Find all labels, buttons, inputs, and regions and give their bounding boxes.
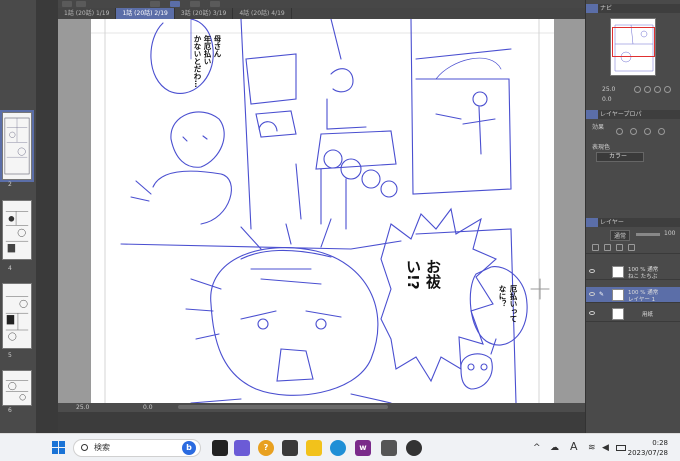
rotate-icon[interactable] bbox=[664, 86, 671, 93]
zoom-in-icon[interactable] bbox=[634, 86, 641, 93]
system-clock[interactable]: 0:28 2023/07/28 bbox=[628, 438, 668, 458]
tool-icon[interactable] bbox=[170, 1, 180, 7]
page-number: 2 bbox=[8, 181, 12, 188]
blend-mode-row: 通常 100 bbox=[586, 229, 680, 241]
store-icon[interactable] bbox=[282, 440, 298, 456]
chevron-up-icon[interactable]: ^ bbox=[533, 443, 541, 453]
speaker-icon[interactable]: ◀ bbox=[602, 443, 609, 453]
visibility-eye-icon[interactable] bbox=[589, 269, 595, 273]
app-icon-gray[interactable] bbox=[381, 440, 397, 456]
tool-icon[interactable] bbox=[150, 1, 160, 7]
lock-icon[interactable] bbox=[592, 244, 599, 251]
page-thumbnail[interactable] bbox=[2, 283, 32, 349]
tool-icon[interactable] bbox=[190, 1, 200, 7]
fit-icon[interactable] bbox=[654, 86, 661, 93]
help-icon[interactable]: ? bbox=[258, 440, 274, 456]
canvas-status-bar: 25.0 0.0 bbox=[58, 403, 585, 412]
tab-page-2[interactable]: 1話 (20話) 2/19 bbox=[116, 8, 175, 19]
layer-thumbnail bbox=[612, 308, 624, 320]
page-number: 6 bbox=[8, 407, 12, 414]
visibility-eye-icon[interactable] bbox=[589, 292, 595, 296]
battery-icon[interactable] bbox=[616, 445, 626, 451]
ime-indicator[interactable]: A bbox=[570, 440, 578, 453]
effect-icon[interactable] bbox=[630, 128, 637, 135]
visibility-eye-icon[interactable] bbox=[589, 311, 595, 315]
document-tabs: 1話 (20話) 1/19 1話 (20話) 2/19 3話 (20話) 3/1… bbox=[58, 8, 585, 19]
zoom-out-icon[interactable] bbox=[644, 86, 651, 93]
speech-text-mother: 母さん 年厄払い かないとだわ… bbox=[193, 35, 222, 88]
cloud-icon[interactable]: ☁ bbox=[550, 443, 559, 453]
layer-property-header: レイヤープロパ bbox=[586, 110, 680, 119]
tab-page-4[interactable]: 4話 (20話) 4/19 bbox=[233, 8, 292, 19]
page-manager-panel: 2 4 5 6 bbox=[0, 0, 36, 433]
clip-icon[interactable] bbox=[604, 244, 611, 251]
panel-divider bbox=[36, 0, 58, 433]
shout-text: お祓 い!? bbox=[404, 259, 442, 290]
search-icon bbox=[81, 444, 88, 451]
layer-thumbnail bbox=[612, 289, 624, 301]
mask-icon[interactable] bbox=[628, 244, 635, 251]
layer-item[interactable]: 100 % 通常 ねこ たちぶ bbox=[586, 264, 680, 280]
page-thumbnail[interactable] bbox=[0, 110, 34, 182]
expression-color-select[interactable]: カラー bbox=[596, 152, 644, 162]
tool-icon[interactable] bbox=[62, 1, 72, 7]
page-number: 5 bbox=[8, 352, 12, 359]
tool-icon[interactable] bbox=[210, 1, 220, 7]
layer-item-selected[interactable]: ✎ 100 % 通常 レイヤー 1 bbox=[586, 287, 680, 303]
taskbar: 検索 b ? w ^ ☁ A ≋ ◀ 0:28 2023/07/28 bbox=[0, 433, 680, 461]
effect-icon[interactable] bbox=[616, 128, 623, 135]
angle-value[interactable]: 0.0 bbox=[143, 403, 153, 412]
reference-icon[interactable] bbox=[616, 244, 623, 251]
zoom-value[interactable]: 25.0 bbox=[76, 403, 89, 412]
right-panels: ナビ 25.0 0.0 レイヤープロパ 効果 表現色 カラー レイヤー 通常 1… bbox=[585, 0, 680, 433]
taskbar-search[interactable]: 検索 b bbox=[73, 439, 201, 457]
pen-icon: ✎ bbox=[599, 291, 605, 298]
page-number: 4 bbox=[8, 265, 12, 272]
sketch-drawing bbox=[91, 19, 554, 403]
edge-icon[interactable] bbox=[330, 440, 346, 456]
effect-icon[interactable] bbox=[658, 128, 665, 135]
page-thumbnail[interactable] bbox=[2, 200, 32, 260]
app-window: 2 4 5 6 1話 (20話) 1/19 1話 (20話) 2/19 3話 (… bbox=[0, 0, 680, 433]
layer-toolbar bbox=[586, 242, 680, 254]
effect-icon[interactable] bbox=[644, 128, 651, 135]
tab-page-1[interactable]: 1話 (20話) 1/19 bbox=[58, 8, 117, 19]
folder-icon[interactable] bbox=[306, 440, 322, 456]
blend-mode-select[interactable]: 通常 bbox=[610, 230, 631, 241]
speech-text-question: 厄払いって なに？ bbox=[498, 285, 518, 323]
camera-icon[interactable] bbox=[234, 440, 250, 456]
navigator-viewport[interactable] bbox=[612, 27, 655, 57]
page-thumbnail[interactable] bbox=[2, 370, 32, 406]
top-toolbar bbox=[0, 0, 585, 8]
opacity-value[interactable]: 100 bbox=[664, 230, 675, 237]
wifi-icon[interactable]: ≋ bbox=[588, 443, 596, 453]
navigator-header: ナビ bbox=[586, 4, 680, 13]
tool-icon[interactable] bbox=[76, 1, 86, 7]
navigator-preview[interactable] bbox=[610, 18, 656, 76]
app-icon-dark[interactable] bbox=[212, 440, 228, 456]
horizontal-scrollbar[interactable] bbox=[178, 405, 388, 409]
tab-page-3[interactable]: 3話 (20話) 3/19 bbox=[175, 8, 234, 19]
layer-item[interactable]: 用紙 bbox=[586, 306, 680, 322]
layer-panel-header: レイヤー bbox=[586, 218, 680, 227]
app-icon-purple[interactable]: w bbox=[355, 440, 371, 456]
manga-page[interactable]: 母さん 年厄払い かないとだわ… お祓 い!? 厄払いって なに？ bbox=[91, 19, 554, 403]
canvas-area[interactable]: 母さん 年厄払い かないとだわ… お祓 い!? 厄払いって なに？ bbox=[58, 19, 585, 411]
windows-start-icon[interactable] bbox=[52, 441, 66, 455]
opacity-slider[interactable] bbox=[636, 233, 660, 236]
clip-studio-icon[interactable] bbox=[406, 440, 422, 456]
bing-icon[interactable]: b bbox=[182, 441, 196, 455]
layer-thumbnail bbox=[612, 266, 624, 278]
